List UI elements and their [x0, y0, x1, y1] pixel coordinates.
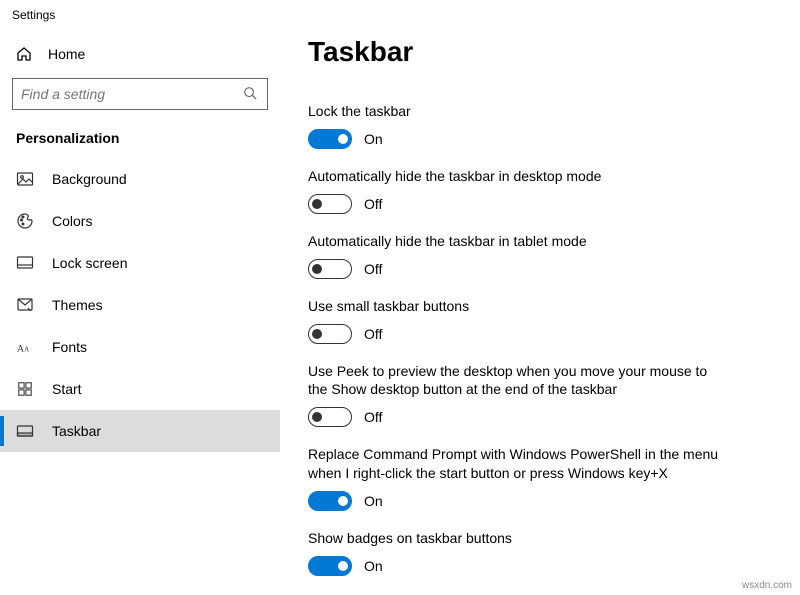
toggle-row: Off	[308, 407, 772, 427]
taskbar-icon	[16, 422, 34, 440]
settings-list: Lock the taskbar On Automatically hide the…	[308, 102, 772, 576]
toggle-row: Off	[308, 259, 772, 279]
category-label: Personalization	[0, 124, 280, 158]
start-icon	[16, 380, 34, 398]
search-box[interactable]	[12, 78, 268, 110]
setting-label: Lock the taskbar	[308, 102, 728, 121]
toggle-knob	[338, 134, 348, 144]
watermark: wsxdn.com	[742, 580, 792, 591]
toggle-knob	[312, 199, 322, 209]
toggle-row: Off	[308, 324, 772, 344]
window-title: Settings	[0, 0, 800, 28]
sidebar: Home Personalization Backgrou	[0, 28, 280, 595]
content-area: Home Personalization Backgrou	[0, 28, 800, 595]
setting-block: Automatically hide the taskbar in tablet…	[308, 232, 772, 279]
sidebar-item-label: Fonts	[52, 339, 87, 355]
toggle-switch[interactable]	[308, 491, 352, 511]
sidebar-item-taskbar[interactable]: Taskbar	[0, 410, 280, 452]
sidebar-item-themes[interactable]: Themes	[0, 284, 280, 326]
toggle-switch[interactable]	[308, 556, 352, 576]
home-label: Home	[48, 46, 85, 62]
sidebar-item-start[interactable]: Start	[0, 368, 280, 410]
svg-text:A: A	[24, 345, 30, 353]
themes-icon	[16, 296, 34, 314]
sidebar-item-fonts[interactable]: AA Fonts	[0, 326, 280, 368]
toggle-row: On	[308, 491, 772, 511]
setting-label: Use Peek to preview the desktop when you…	[308, 362, 728, 400]
search-wrap	[0, 72, 280, 124]
sidebar-item-label: Start	[52, 381, 82, 397]
sidebar-item-label: Taskbar	[52, 423, 101, 439]
svg-text:A: A	[17, 343, 24, 354]
setting-label: Replace Command Prompt with Windows Powe…	[308, 445, 728, 483]
setting-label: Automatically hide the taskbar in tablet…	[308, 232, 728, 251]
toggle-row: On	[308, 556, 772, 576]
toggle-switch[interactable]	[308, 194, 352, 214]
sidebar-item-label: Lock screen	[52, 255, 127, 271]
toggle-state-label: On	[364, 558, 383, 574]
toggle-state-label: On	[364, 131, 383, 147]
toggle-switch[interactable]	[308, 129, 352, 149]
toggle-knob	[338, 496, 348, 506]
setting-label: Show badges on taskbar buttons	[308, 529, 728, 548]
toggle-state-label: Off	[364, 261, 382, 277]
toggle-knob	[312, 264, 322, 274]
toggle-switch[interactable]	[308, 259, 352, 279]
setting-block: Show badges on taskbar buttons On	[308, 529, 772, 576]
home-icon	[16, 46, 32, 62]
fonts-icon: AA	[16, 338, 34, 356]
toggle-state-label: Off	[364, 196, 382, 212]
nav-list: Background Colors Lock screen	[0, 158, 280, 452]
setting-block: Use Peek to preview the desktop when you…	[308, 362, 772, 428]
picture-icon	[16, 170, 34, 188]
palette-icon	[16, 212, 34, 230]
setting-block: Replace Command Prompt with Windows Powe…	[308, 445, 772, 511]
home-nav[interactable]: Home	[0, 36, 280, 72]
page-title: Taskbar	[308, 36, 772, 68]
setting-block: Automatically hide the taskbar in deskto…	[308, 167, 772, 214]
sidebar-item-colors[interactable]: Colors	[0, 200, 280, 242]
toggle-knob	[312, 412, 322, 422]
search-input[interactable]	[21, 86, 243, 102]
search-icon	[243, 86, 259, 102]
toggle-switch[interactable]	[308, 324, 352, 344]
setting-block: Use small taskbar buttons Off	[308, 297, 772, 344]
main-panel: Taskbar Lock the taskbar On Automatically …	[280, 28, 800, 595]
sidebar-item-label: Background	[52, 171, 127, 187]
toggle-state-label: Off	[364, 409, 382, 425]
toggle-state-label: On	[364, 493, 383, 509]
toggle-state-label: Off	[364, 326, 382, 342]
toggle-switch[interactable]	[308, 407, 352, 427]
sidebar-item-background[interactable]: Background	[0, 158, 280, 200]
setting-label: Automatically hide the taskbar in deskto…	[308, 167, 728, 186]
setting-label: Use small taskbar buttons	[308, 297, 728, 316]
lock-screen-icon	[16, 254, 34, 272]
setting-block: Lock the taskbar On	[308, 102, 772, 149]
sidebar-item-label: Themes	[52, 297, 103, 313]
toggle-knob	[312, 329, 322, 339]
sidebar-item-label: Colors	[52, 213, 92, 229]
sidebar-item-lock-screen[interactable]: Lock screen	[0, 242, 280, 284]
toggle-row: On	[308, 129, 772, 149]
toggle-row: Off	[308, 194, 772, 214]
toggle-knob	[338, 561, 348, 571]
